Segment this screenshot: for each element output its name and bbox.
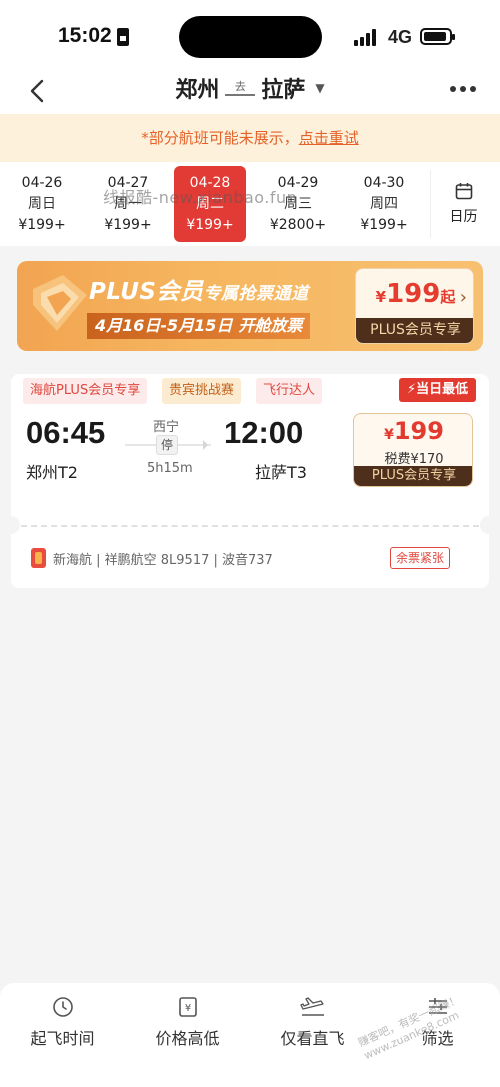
plane-icon <box>299 997 324 1016</box>
battery-icon <box>420 28 455 45</box>
price-card[interactable]: ¥199 税费¥170 PLUS会员专享 <box>353 413 473 487</box>
date-item-selected[interactable]: 04-28 周二 ¥199+ <box>174 166 246 242</box>
date-item[interactable]: 04-27 周一 ¥199+ <box>88 168 168 240</box>
banner-price-card[interactable]: ¥199起 › PLUS会员专享 <box>355 268 474 344</box>
tax-text: 税费¥170 <box>384 452 444 467</box>
status-time: 15:02 <box>58 24 112 47</box>
from-city: 郑州 <box>175 78 220 103</box>
dynamic-island <box>179 16 322 58</box>
departure-time: 06:45 <box>26 415 106 450</box>
plus-member-banner[interactable]: PLUS会员专属抢票通道 4月16日-5月15日 开舱放票 ¥199起 › PLU… <box>17 261 483 351</box>
direct-only-filter[interactable]: 仅看直飞 <box>250 995 375 1049</box>
departure-airport: 郑州T2 <box>26 463 78 482</box>
date-item[interactable]: 04-30 周四 ¥199+ <box>344 168 424 240</box>
date-item[interactable]: 04-29 周三 ¥2800+ <box>258 168 338 240</box>
notice-text: *部分航班可能未展示， <box>141 129 299 147</box>
header: 郑州 去 拉萨 ▼ <box>0 70 500 114</box>
seats-limited-badge: 余票紧张 <box>390 547 451 569</box>
plus-member-tag: PLUS会员专享 <box>354 466 472 486</box>
signal-icon <box>354 28 380 46</box>
stop-badge: 停 <box>156 435 178 455</box>
dropdown-caret-icon: ▼ <box>315 81 325 95</box>
arrival-airport: 拉萨T3 <box>255 463 307 482</box>
flight-card[interactable]: 海航PLUS会员专享 贵宾挑战赛 飞行达人 ⚡当日最低 06:45 郑州T2 西… <box>2 374 498 588</box>
price-tag-icon: ¥ <box>178 997 197 1017</box>
lowest-price-badge: ⚡当日最低 <box>399 378 477 402</box>
flight-price: ¥199 <box>384 417 444 445</box>
filter-button[interactable]: 筛选 <box>375 995 500 1049</box>
filter-sliders-icon <box>428 998 447 1014</box>
calendar-button[interactable]: 日历 <box>430 170 496 238</box>
notice-bar: *部分航班可能未展示，点击重试 <box>0 114 500 162</box>
flight-duration: 5h15m <box>147 461 193 476</box>
calendar-label: 日历 <box>449 209 478 225</box>
diamond-logo-icon <box>33 275 87 331</box>
tag-frequent-flyer: 飞行达人 <box>256 378 323 404</box>
back-arrow-icon[interactable] <box>24 76 54 106</box>
route-title[interactable]: 郑州 去 拉萨 ▼ <box>0 72 500 108</box>
route-direction: 去 <box>225 80 256 96</box>
sim-icon <box>117 28 129 46</box>
banner-title: PLUS会员专属抢票通道 <box>89 279 309 305</box>
dashed-divider <box>21 525 479 527</box>
clock-icon <box>52 997 73 1017</box>
arrival-time: 12:00 <box>224 415 304 450</box>
banner-member-tag: PLUS会员专享 <box>356 318 473 343</box>
chevron-right-icon: › <box>459 287 467 308</box>
banner-period: 4月16日-5月15日 开舱放票 <box>87 313 311 339</box>
retry-link[interactable]: 点击重试 <box>299 129 359 147</box>
banner-price: ¥199起 <box>375 279 456 309</box>
airline-logo-icon <box>31 548 46 568</box>
network-label: 4G <box>388 27 413 47</box>
airline-info: 新海航 | 祥鹏航空 8L9517 | 波音737 <box>53 553 273 568</box>
to-city: 拉萨 <box>261 78 306 103</box>
status-bar: 15:02 4G <box>0 0 500 70</box>
tag-vip-challenge: 贵宾挑战赛 <box>162 378 242 404</box>
stopover-city: 西宁 <box>153 420 180 435</box>
more-options-icon[interactable] <box>450 86 478 94</box>
bottom-filter-bar: 起飞时间 ¥ 价格高低 仅看直飞 筛选 <box>0 983 500 1087</box>
date-strip: 04-26 周日 ¥199+ 04-27 周一 ¥199+ 04-28 周二 ¥199+ 0… <box>0 162 500 246</box>
calendar-icon <box>455 183 472 200</box>
date-item[interactable]: 04-26 周日 ¥199+ <box>2 168 82 240</box>
tag-hna-plus: 海航PLUS会员专享 <box>23 378 148 404</box>
svg-text:¥: ¥ <box>184 1003 190 1014</box>
sort-departure-time[interactable]: 起飞时间 <box>0 995 125 1049</box>
lightning-icon: ⚡ <box>407 382 417 397</box>
sort-price[interactable]: ¥ 价格高低 <box>125 995 250 1049</box>
